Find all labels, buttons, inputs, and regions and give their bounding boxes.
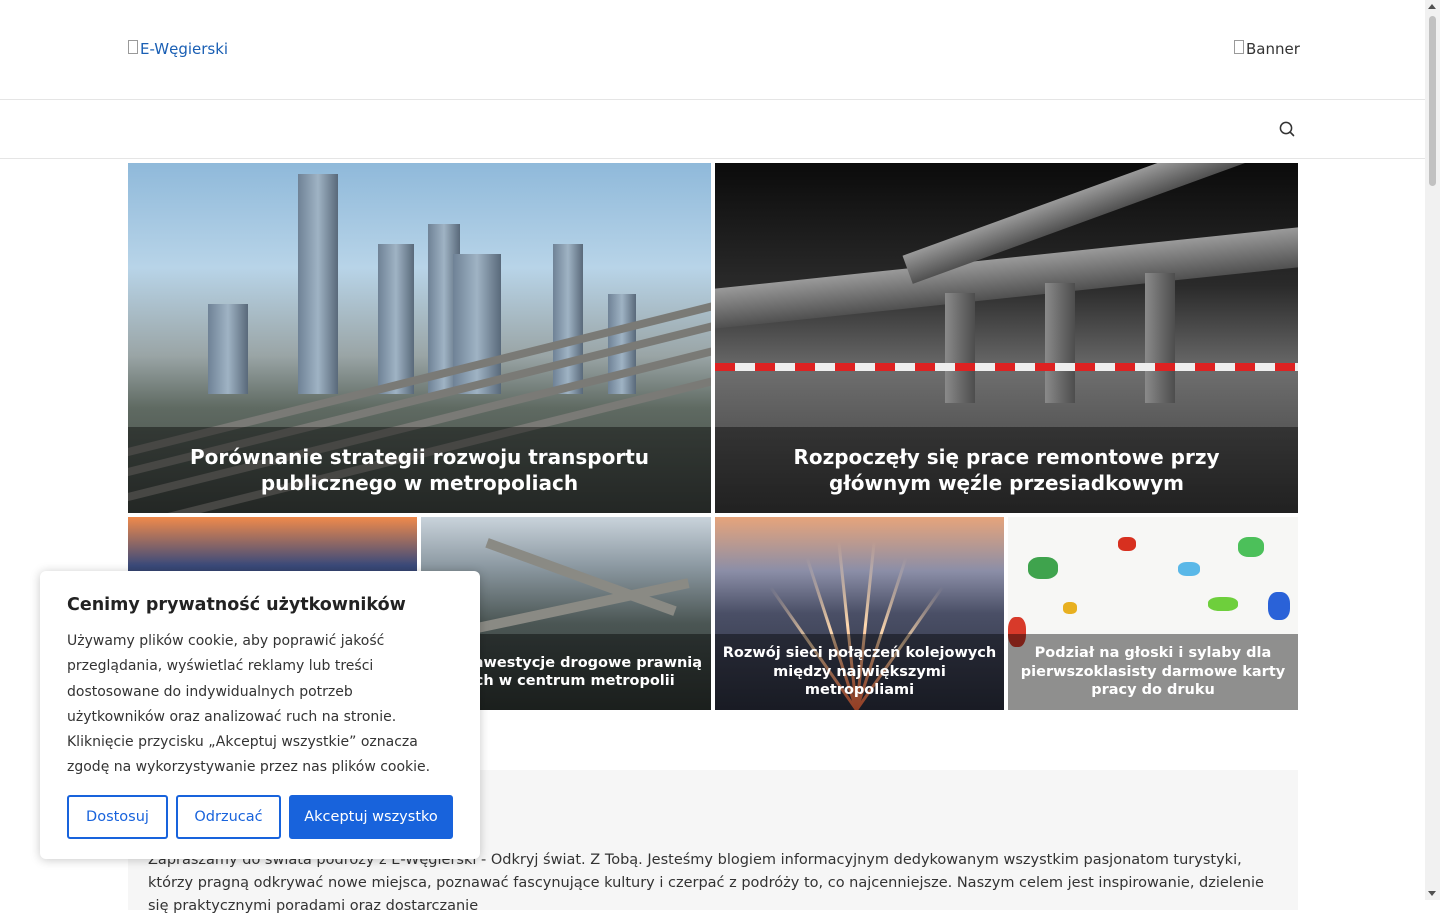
intro-text: Zapraszamy do świata podróży z E-Węgiers… xyxy=(148,852,1264,914)
scrollbar-thumb[interactable] xyxy=(1429,16,1436,186)
search-icon xyxy=(1279,121,1295,137)
post-title[interactable]: Porównanie strategii rozwoju transportu … xyxy=(128,427,711,513)
accept-all-button[interactable]: Akceptuj wszystko xyxy=(289,795,453,839)
search-button[interactable] xyxy=(1276,118,1298,140)
site-header: E-Węgierski Banner xyxy=(0,0,1425,100)
scroll-down-arrow-icon[interactable] xyxy=(1428,891,1436,896)
broken-image-icon xyxy=(128,40,138,54)
post-card-4[interactable]: Podział na głoski i sylaby dla pierwszok… xyxy=(1008,517,1298,710)
cookie-consent-banner: Cenimy prywatność użytkowników Używamy p… xyxy=(40,571,480,859)
featured-post-1[interactable]: Porównanie strategii rozwoju transportu … xyxy=(128,163,711,513)
broken-image-icon xyxy=(1234,40,1244,54)
cookie-body: Używamy plików cookie, aby poprawić jako… xyxy=(67,633,431,776)
main-navigation xyxy=(0,100,1425,159)
scroll-up-arrow-icon[interactable] xyxy=(1428,4,1436,9)
post-title[interactable]: Rozpoczęły się prace remontowe przy głów… xyxy=(715,427,1298,513)
site-logo-link[interactable]: E-Węgierski xyxy=(128,40,228,58)
header-banner[interactable]: Banner xyxy=(1234,40,1300,58)
banner-alt: Banner xyxy=(1246,40,1300,58)
cookie-actions: Dostosuj Odrzucać Akceptuj wszystko xyxy=(67,795,453,839)
post-card-3[interactable]: Rozwój sieci połączeń kolejowych między … xyxy=(715,517,1004,710)
featured-post-2[interactable]: Rozpoczęły się prace remontowe przy głów… xyxy=(715,163,1298,513)
page-scrollbar[interactable] xyxy=(1425,0,1440,900)
post-title[interactable]: Rozwój sieci połączeń kolejowych między … xyxy=(715,634,1004,710)
reject-button[interactable]: Odrzucać xyxy=(176,795,281,839)
cookie-title: Cenimy prywatność użytkowników xyxy=(67,595,406,615)
post-title[interactable]: Podział na głoski i sylaby dla pierwszok… xyxy=(1008,634,1298,710)
customize-button[interactable]: Dostosuj xyxy=(67,795,168,839)
site-logo-alt: E-Węgierski xyxy=(140,40,229,58)
